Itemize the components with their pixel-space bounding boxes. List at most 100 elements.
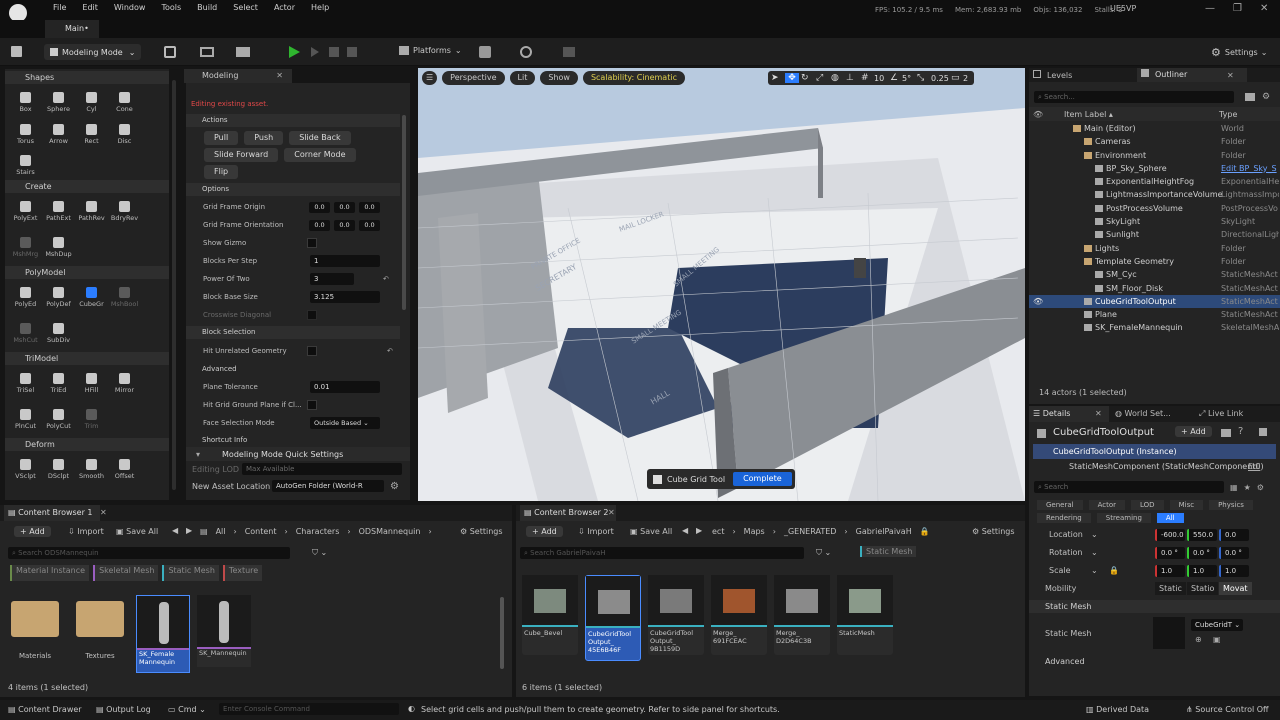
menu-help[interactable]: Help xyxy=(303,3,337,12)
scale-label[interactable]: Scale xyxy=(1049,566,1071,575)
outliner-search-input[interactable]: ⌕ Search... xyxy=(1034,90,1234,103)
cb1-add-button[interactable]: + Add xyxy=(14,526,51,537)
modeling-scrollbar[interactable] xyxy=(402,115,406,310)
push-button[interactable]: Push xyxy=(244,131,284,145)
tool-disc[interactable]: Disc xyxy=(108,123,141,149)
breadcrumb-item[interactable]: ODSMannequin xyxy=(359,527,421,536)
play-icon[interactable] xyxy=(289,46,300,58)
shapes-section[interactable]: Shapes xyxy=(5,71,169,84)
details-advanced-section[interactable]: Advanced xyxy=(1029,655,1280,668)
breadcrumb-item[interactable]: Maps xyxy=(744,527,765,536)
cb1-save-button[interactable]: ▣ Save All xyxy=(116,527,158,536)
visibility-icon[interactable]: 👁 xyxy=(1033,110,1043,119)
tool-mirror[interactable]: Mirror xyxy=(108,373,141,402)
build-icon[interactable] xyxy=(520,46,532,58)
filter-chip[interactable]: Skeletal Mesh xyxy=(93,565,159,581)
tool-smooth[interactable]: Smooth xyxy=(75,459,108,491)
quick-settings-header[interactable]: ▾ Modeling Mode Quick Settings xyxy=(186,447,410,461)
grid-orient-y[interactable]: 0.0 xyxy=(334,219,355,231)
filter-chip[interactable]: Texture xyxy=(222,565,263,581)
minimize-icon[interactable]: — xyxy=(1205,3,1215,14)
outliner-row[interactable]: LightmassImportanceVolume LightmassImpo xyxy=(1029,188,1280,201)
tool-box[interactable]: Box xyxy=(9,92,42,117)
rotation-z[interactable]: 0.0 ° xyxy=(1219,547,1249,559)
category-rendering[interactable]: Rendering xyxy=(1037,513,1091,523)
tool-offset[interactable]: Offset xyxy=(108,459,141,491)
folder-icon[interactable]: ▣ xyxy=(1213,635,1221,644)
tool-cone[interactable]: Cone xyxy=(108,92,141,117)
tool-mshdup[interactable]: MshDup xyxy=(42,237,75,266)
level-tab[interactable]: Main• xyxy=(45,20,99,38)
perspective-button[interactable]: Perspective xyxy=(442,71,505,85)
grid-snap-icon[interactable]: # xyxy=(861,73,872,83)
breadcrumb-item[interactable]: ect xyxy=(712,527,724,536)
levels-tab[interactable]: Levels xyxy=(1033,70,1072,80)
close-tab-icon[interactable]: ✕ xyxy=(608,508,615,517)
col-item-label[interactable]: Item Label ▴ xyxy=(1064,110,1113,119)
grid-origin-z[interactable]: 0.0 xyxy=(359,201,380,213)
asset-item[interactable]: SK_Mannequin xyxy=(197,595,251,667)
grid-orient-x[interactable]: 0.0 xyxy=(309,219,330,231)
deform-section[interactable]: Deform xyxy=(5,438,169,451)
asset-item[interactable]: Cube_Bevel xyxy=(522,575,578,655)
outliner-row[interactable]: SM_Cyc StaticMeshAct xyxy=(1029,268,1280,281)
modeling-tab[interactable]: Modeling ✕ xyxy=(184,69,292,83)
asset-item[interactable]: CubeGridTool Output_ 45E6B46F xyxy=(585,575,641,661)
static-mesh-dropdown[interactable]: CubeGridT ⌄ xyxy=(1191,619,1243,631)
scale-z[interactable]: 1.0 xyxy=(1219,565,1249,577)
asset-item[interactable]: Merge_ D2D64C3B xyxy=(774,575,830,655)
grid-size[interactable]: 10 xyxy=(874,74,888,83)
breadcrumb-item[interactable]: All xyxy=(216,527,226,536)
derived-data-button[interactable]: ▥ Derived Data xyxy=(1086,705,1149,714)
category-general[interactable]: General xyxy=(1037,500,1083,510)
cb2-settings-button[interactable]: ⚙ Settings xyxy=(972,527,1015,536)
hotreload-icon[interactable] xyxy=(563,47,575,57)
hit-ground-checkbox[interactable] xyxy=(307,400,317,410)
favorite-icon[interactable]: ★ xyxy=(1244,483,1251,492)
new-asset-dropdown[interactable]: AutoGen Folder (World-R xyxy=(272,480,384,492)
tool-plncut[interactable]: PlnCut xyxy=(9,409,42,438)
source-control-icon[interactable] xyxy=(479,46,491,58)
outliner-row[interactable]: Sunlight DirectionalLigh xyxy=(1029,228,1280,241)
tool-rect[interactable]: Rect xyxy=(75,123,108,149)
cb2-add-button[interactable]: + Add xyxy=(526,526,563,537)
tool-polyext[interactable]: PolyExt xyxy=(9,201,42,230)
rotate-icon[interactable]: ↻ xyxy=(801,73,814,83)
static-mesh-section[interactable]: Static Mesh xyxy=(1029,600,1280,613)
crosswise-checkbox[interactable] xyxy=(307,310,317,320)
gear-icon[interactable]: ⚙ xyxy=(1257,483,1264,492)
asset-item[interactable]: StaticMesh xyxy=(837,575,893,655)
tool-cubegr[interactable]: CubeGr xyxy=(75,287,108,316)
forward-icon[interactable]: ▶ xyxy=(186,526,192,535)
close-tab-icon[interactable]: ✕ xyxy=(1095,409,1102,418)
block-base-size-input[interactable]: 3.125 xyxy=(310,291,380,303)
tool-tried[interactable]: TriEd xyxy=(42,373,75,402)
outliner-row[interactable]: PostProcessVolume PostProcessVo xyxy=(1029,202,1280,215)
platforms-button[interactable]: Platforms ⌄ xyxy=(399,46,462,55)
live-link-tab[interactable]: ⤢ Live Link xyxy=(1199,409,1243,419)
breadcrumb-item[interactable]: GabrielPaivaH xyxy=(856,527,912,536)
tool-stairs[interactable]: Stairs xyxy=(9,155,42,180)
menu-select[interactable]: Select xyxy=(225,3,266,12)
options-section[interactable]: Options xyxy=(186,183,400,196)
tool-pathrev[interactable]: PathRev xyxy=(75,201,108,230)
advanced-section[interactable]: Advanced xyxy=(186,363,400,376)
filter-icon[interactable]: ⛉ ⌄ xyxy=(816,548,831,558)
menu-edit[interactable]: Edit xyxy=(74,3,106,12)
tool-torus[interactable]: Torus xyxy=(9,123,42,149)
mobility-stationary[interactable]: Statio xyxy=(1187,582,1219,595)
cb1-import-button[interactable]: ⇩ Import xyxy=(68,527,104,536)
location-y[interactable]: 550.0 xyxy=(1187,529,1217,541)
select-icon[interactable]: ➤ xyxy=(771,73,783,83)
outliner-row[interactable]: SkyLight SkyLight xyxy=(1029,215,1280,228)
tool-cyl[interactable]: Cyl xyxy=(75,92,108,117)
reset-icon[interactable]: ↶ xyxy=(387,347,393,355)
add-component-button[interactable]: + Add xyxy=(1175,426,1212,437)
corner-mode-button[interactable]: Corner Mode xyxy=(284,148,356,162)
category-actor[interactable]: Actor xyxy=(1088,500,1126,510)
actor-name[interactable]: CubeGridToolOutput xyxy=(1053,427,1154,438)
cb2-save-button[interactable]: ▣ Save All xyxy=(630,527,672,536)
filter-chip[interactable]: Static Mesh xyxy=(162,565,219,581)
col-type[interactable]: Type xyxy=(1219,110,1237,119)
grid-origin-x[interactable]: 0.0 xyxy=(309,201,330,213)
